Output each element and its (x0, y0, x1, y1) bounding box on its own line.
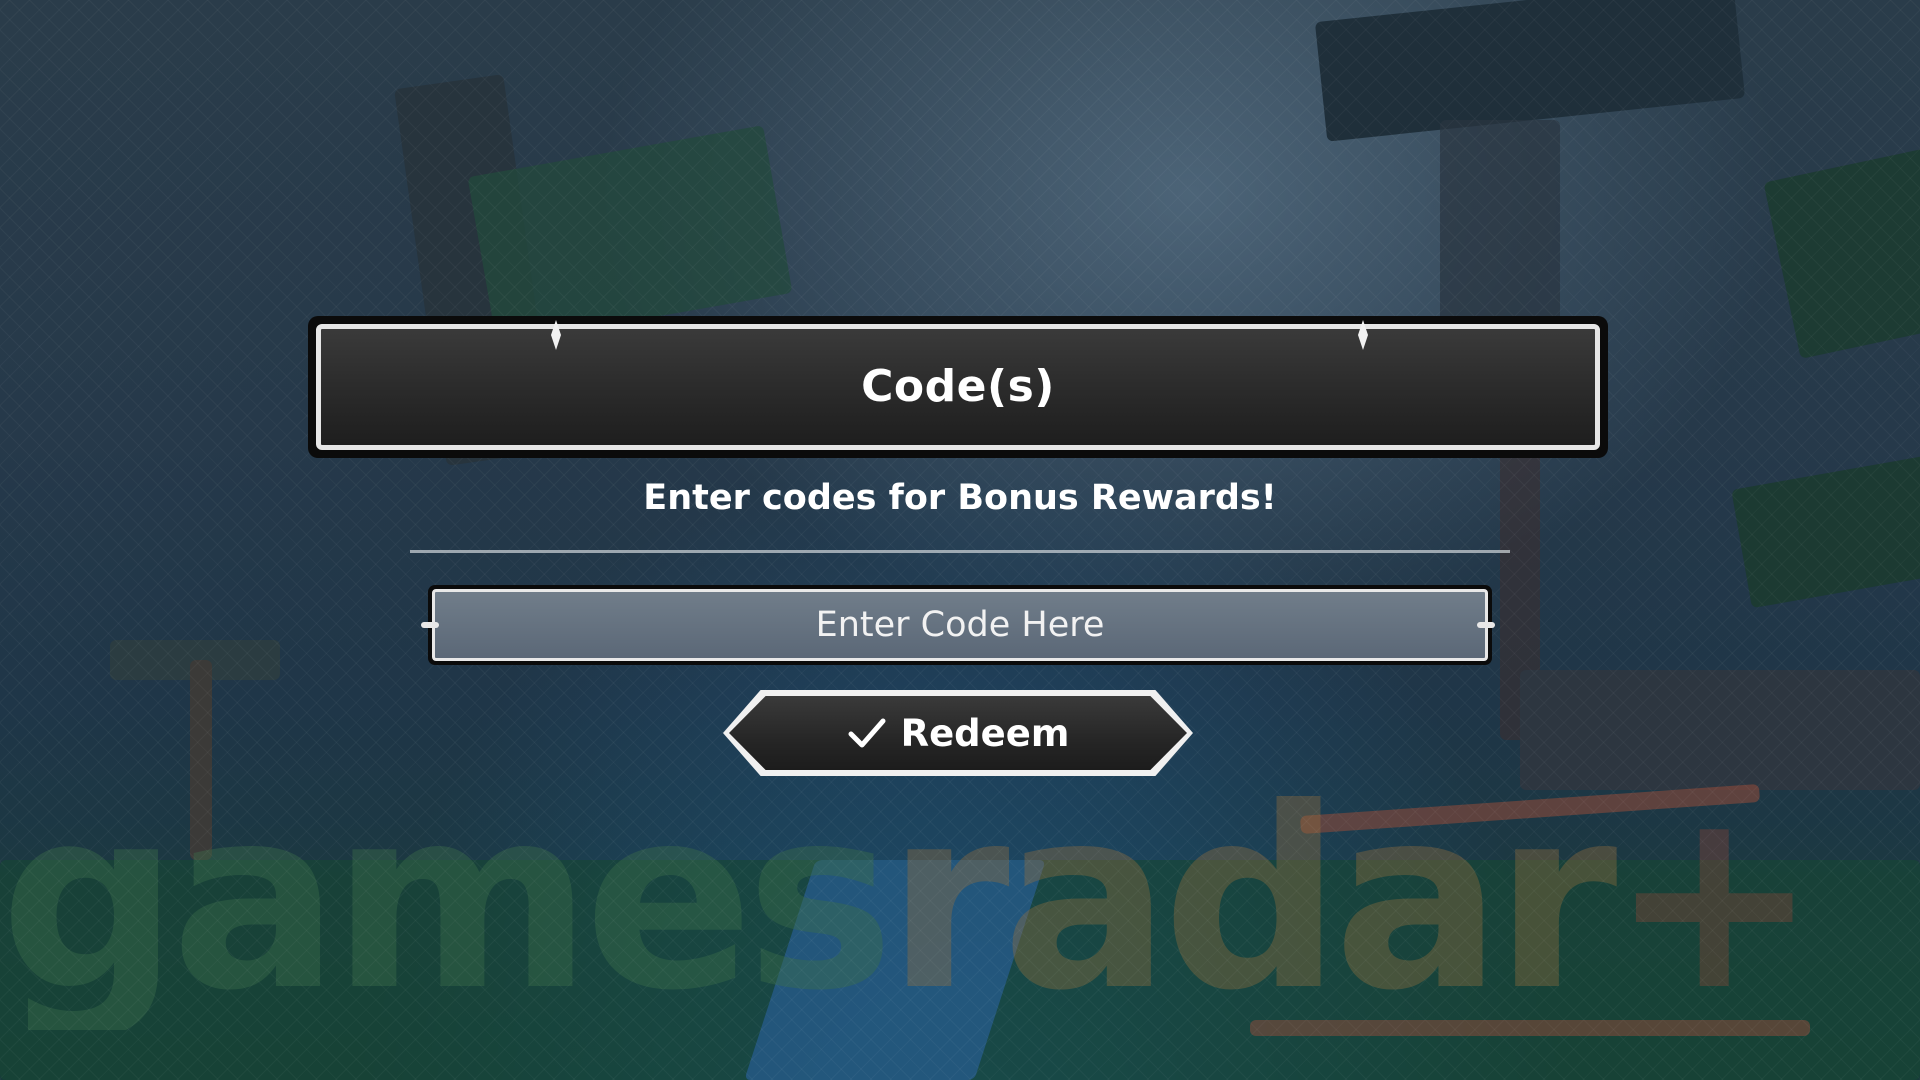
code-input[interactable] (432, 589, 1488, 661)
title-banner: Code(s) (308, 316, 1608, 458)
foliage-block (1731, 451, 1920, 609)
title-banner-panel: Code(s) (316, 324, 1600, 450)
foliage-block (1763, 141, 1920, 359)
redeem-button-face[interactable]: Redeem (729, 696, 1187, 770)
redeem-button[interactable]: Redeem (723, 690, 1193, 776)
input-pin-right (1477, 622, 1495, 628)
game-background: gamesradar+ (0, 0, 1920, 1080)
tree-foliage (467, 125, 793, 345)
divider (410, 550, 1510, 553)
check-icon (848, 718, 886, 748)
dialog-subtitle: Enter codes for Bonus Rewards! (643, 478, 1277, 518)
input-pin-left (421, 622, 439, 628)
gamesradar-watermark: gamesradar+ (0, 770, 1819, 1030)
code-input-frame (428, 585, 1492, 665)
redeem-label: Redeem (900, 711, 1070, 755)
dialog-title: Code(s) (861, 361, 1055, 412)
